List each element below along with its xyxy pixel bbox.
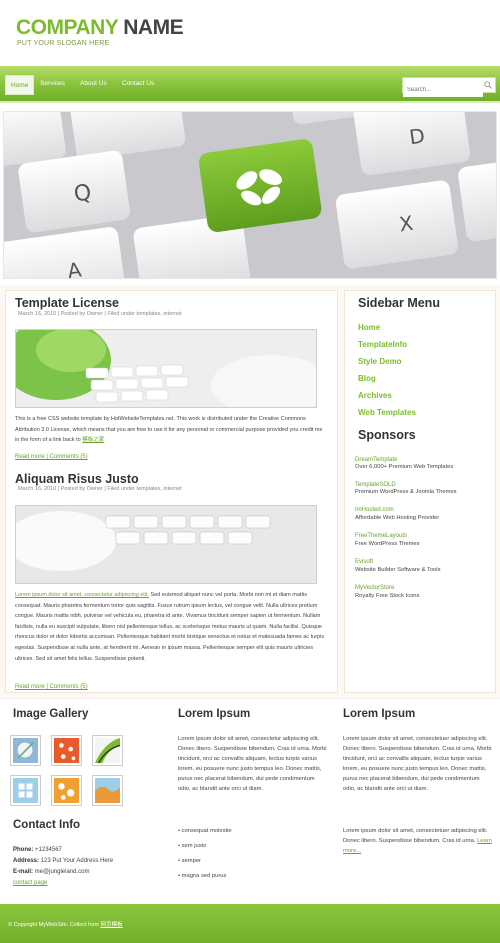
gallery-thumb[interactable] [92,775,123,806]
keyboard-hero-image: Q D A X [4,112,496,278]
gallery-thumb[interactable] [51,775,82,806]
lorem-text-body: Lorem ipsum dolor sit amet, consectetuer… [343,828,488,844]
nav-item-contact-us[interactable]: Contact Us [122,76,154,92]
list-item: • magna sed purus [178,873,227,879]
gallery-title: Image Gallery [13,708,89,720]
address-value: 123 Put Your Address Here [39,858,114,864]
contact-page-link[interactable]: contact page [13,880,47,886]
sidebar-menu-title: Sidebar Menu [358,296,440,310]
email-value[interactable]: me@jungleland.com [33,869,90,875]
sidebar-item-web-templates[interactable]: Web Templates [358,408,416,417]
sidebar-item-blog[interactable]: Blog [358,374,376,383]
sidebar-item-templateinfo[interactable]: TemplateInfo [358,340,407,349]
address-label: Address: [13,858,40,864]
list-item: • sem justo [178,843,207,849]
post-body-link[interactable]: 模板之家 [82,437,104,443]
post-title[interactable]: Aliquam Risus Justo [15,472,139,486]
gallery-thumb[interactable] [51,735,82,766]
nav-item-about-us[interactable]: About Us [80,76,107,92]
phone-value: +1234567 [33,847,62,853]
svg-text:Q: Q [72,180,93,207]
lorem-text: Lorem ipsum dolor sit amet, consectetur … [178,736,327,792]
list-item-text: semper [181,858,201,864]
read-more-link[interactable]: Read more | Comments (5) [15,684,88,690]
phone-label: Phone: [13,847,34,853]
list-item: • semper [178,858,201,864]
gallery-thumb[interactable] [10,735,41,766]
post-meta: March 16, 2010 | Posted by Owner | Filed… [18,486,182,492]
slogan: PUT YOUR SLOGAN HERE [17,40,110,47]
lorem-title: Lorem Ipsum [178,708,251,720]
sponsor-link[interactable]: Evisoft [355,559,373,565]
copyright-text: © Copyright MyWebSite. Collect from [8,922,101,928]
post-meta: March 16, 2010 | Posted by Owner | Filed… [18,311,182,317]
search-input[interactable] [403,83,483,97]
sponsor-link[interactable]: DreamTemplate [355,457,397,463]
logo-title[interactable]: COMPANY NAME [16,16,184,40]
sponsor-desc: Free WordPress Themes [355,541,420,547]
list-item-text: magna sed purus [181,873,227,879]
lorem-text: Lorem ipsum dolor sit amet, consectetuer… [343,736,492,792]
contact-title: Contact Info [13,819,81,831]
read-more-link[interactable]: Read more | Comments (5) [15,454,88,460]
contact-phone: Phone: +1234567 [13,847,62,853]
header: COMPANY NAME PUT YOUR SLOGAN HERE [0,0,500,66]
sponsor-link[interactable]: MyVectorStore [355,585,394,591]
sponsor-desc: Over 6,000+ Premium Web Templates [355,464,454,470]
sponsor-link[interactable]: ImHosted.com [355,507,394,513]
post-body-text: This is a free CSS website template by H… [15,416,323,444]
email-label: E-mail: [13,869,34,875]
sponsor-link[interactable]: TemplateSOLD [355,482,396,488]
lorem-title: Lorem Ipsum [343,708,416,720]
footer-link[interactable]: 网页模板 [101,922,123,928]
post-body: Lorem ipsum dolor sit amet, consectetur … [15,590,325,664]
post-title[interactable]: Template License [15,296,119,310]
sponsors-title: Sponsors [358,428,416,442]
footer-copyright: © Copyright MyWebSite. Collect from 网页模板 [8,920,123,928]
post-body-link[interactable]: Lorem ipsum dolor sit amet, consectetur … [15,592,149,598]
sponsor-desc: Royalty Free Stock Icons [355,593,420,599]
sidebar-item-home[interactable]: Home [358,323,380,332]
contact-email: E-mail: me@jungleland.com [13,869,89,875]
post-body: This is a free CSS website template by H… [15,414,325,446]
sidebar-item-style-demo[interactable]: Style Demo [358,357,402,366]
nav-divider [0,101,500,103]
gallery-thumb[interactable] [92,735,123,766]
contact-address: Address: 123 Put Your Address Here [13,858,113,864]
sponsor-desc: Affordable Web Hosting Provider [355,515,440,521]
footer: © Copyright MyWebSite. Collect from 网页模板 [0,904,500,943]
hero-banner: Q D A X [3,111,497,279]
search-box [402,77,496,97]
nav-item-services[interactable]: Services [40,76,65,92]
list-item-text: consequat molestie [181,828,232,834]
post-image [15,505,317,584]
logo-name-word: NAME [117,16,184,39]
sponsor-desc: Premium WordPress & Joomla Themes [355,489,457,495]
sponsor-desc: Website Builder Software & Tools [355,567,441,573]
nav-item-home[interactable]: Home [5,75,35,95]
lorem-text: Lorem ipsum dolor sit amet, consectetuer… [343,826,493,856]
list-item: • consequat molestie [178,828,232,834]
post-body-text: Sed euismod aliquet nunc vel porta. Morb… [15,592,325,662]
sponsor-link[interactable]: FreeThemeLayouts [355,533,407,539]
sidebar-item-archives[interactable]: Archives [358,391,392,400]
gallery-thumb[interactable] [10,775,41,806]
logo-company-word: COMPANY [16,16,118,39]
post-image [15,329,317,408]
list-item-text: sem justo [181,843,207,849]
search-icon[interactable] [484,81,492,89]
